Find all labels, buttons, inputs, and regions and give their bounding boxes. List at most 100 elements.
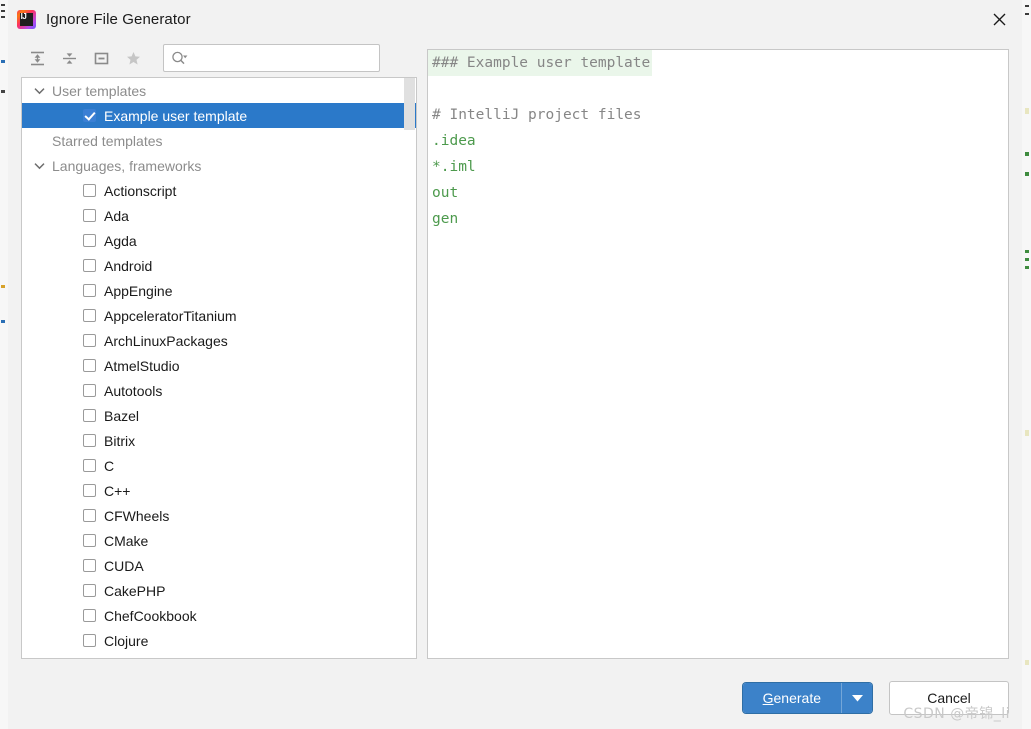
tree-item-row[interactable]: ArchLinuxPackages [22, 328, 416, 353]
preview-line: ### Example user template [428, 50, 1008, 76]
tree-vertical-scrollbar[interactable] [403, 78, 416, 658]
generate-button[interactable]: Generate [742, 683, 841, 713]
tree-item-row[interactable]: Android [22, 253, 416, 278]
tree-group-row[interactable]: Languages, frameworks [22, 153, 416, 178]
checkbox-unchecked[interactable] [83, 609, 96, 622]
chevron-down-icon[interactable] [33, 159, 46, 172]
cancel-button-label: Cancel [927, 690, 971, 706]
tree-group-label: User templates [52, 82, 147, 99]
tree-group-row[interactable]: User templates [22, 78, 416, 103]
generate-button-label: enerate [773, 690, 821, 706]
unselect-all-button[interactable] [85, 42, 117, 74]
tree-item-row[interactable]: Ada [22, 203, 416, 228]
preview-line [428, 76, 1008, 102]
checkbox-unchecked[interactable] [83, 184, 96, 197]
cancel-button[interactable]: Cancel [889, 681, 1009, 715]
generate-dropdown-button[interactable] [841, 683, 872, 713]
tree-item-row[interactable]: Example user template [22, 103, 416, 128]
tree-item-label: CakePHP [104, 582, 166, 599]
checkbox-unchecked[interactable] [83, 384, 96, 397]
preview-line-text: .idea [432, 133, 476, 149]
tree-scrollbar-thumb[interactable] [404, 78, 415, 130]
collapse-all-icon [62, 52, 76, 64]
minus-box-icon [94, 52, 108, 64]
tree-item-label: Android [104, 257, 153, 274]
tree-item-label: C [104, 457, 115, 474]
checkbox-unchecked[interactable] [83, 509, 96, 522]
tree-group-label: Starred templates [52, 132, 163, 149]
templates-tree[interactable]: User templates Example user template Starr… [22, 78, 416, 658]
starred-filter-button[interactable] [117, 42, 149, 74]
tree-item-row[interactable]: ChefCookbook [22, 603, 416, 628]
preview-line-text: # IntelliJ project files [432, 107, 642, 123]
tree-item-row[interactable]: CUDA [22, 553, 416, 578]
preview-line-text: out [432, 185, 459, 201]
checkbox-unchecked[interactable] [83, 284, 96, 297]
tree-group-label: Languages, frameworks [52, 157, 202, 174]
close-button[interactable] [976, 0, 1022, 39]
tree-item-row[interactable]: Autotools [22, 378, 416, 403]
tree-item-row[interactable]: Bazel [22, 403, 416, 428]
generate-split-button[interactable]: Generate [742, 683, 872, 713]
tree-item-label: Autotools [104, 382, 163, 399]
expand-all-button[interactable] [21, 42, 53, 74]
checkbox-unchecked[interactable] [83, 559, 96, 572]
checkbox-unchecked[interactable] [83, 584, 96, 597]
checkbox-unchecked[interactable] [83, 234, 96, 247]
tree-item-row[interactable]: Bitrix [22, 428, 416, 453]
template-preview-editor[interactable]: ### Example user template # IntelliJ proj… [427, 49, 1009, 659]
tree-item-label: Ada [104, 207, 129, 224]
preview-line: .idea [428, 128, 1008, 154]
checkbox-unchecked[interactable] [83, 434, 96, 447]
collapse-all-button[interactable] [53, 42, 85, 74]
checkbox-unchecked[interactable] [83, 209, 96, 222]
tree-item-label: ArchLinuxPackages [104, 332, 228, 349]
intellij-idea-logo-icon: IJ [17, 10, 36, 29]
preview-line-text [428, 81, 432, 97]
tree-item-row[interactable]: C++ [22, 478, 416, 503]
tree-group-row[interactable]: Starred templates [22, 128, 416, 153]
tree-item-row[interactable]: AtmelStudio [22, 353, 416, 378]
tree-item-row[interactable]: CakePHP [22, 578, 416, 603]
tree-item-row[interactable]: Clojure [22, 628, 416, 653]
expand-all-icon [30, 51, 44, 65]
tree-item-label: CFWheels [104, 507, 170, 524]
tree-item-row[interactable]: AppceleratorTitanium [22, 303, 416, 328]
dialog-body: User templates Example user template Starr… [8, 39, 1022, 675]
preview-pane: ### Example user template # IntelliJ proj… [427, 39, 1009, 675]
tree-item-row[interactable]: AppEngine [22, 278, 416, 303]
checkbox-unchecked[interactable] [83, 459, 96, 472]
tree-toolbar [21, 39, 417, 77]
checkbox-unchecked[interactable] [83, 409, 96, 422]
tree-item-row[interactable]: CMake [22, 528, 416, 553]
tree-item-label: AtmelStudio [104, 357, 180, 374]
preview-line-text: gen [432, 211, 459, 227]
window-title: Ignore File Generator [46, 11, 191, 28]
preview-line: *.iml [428, 154, 1008, 180]
tree-item-row[interactable]: C [22, 453, 416, 478]
tree-item-label: Bitrix [104, 432, 136, 449]
tree-item-label: Agda [104, 232, 137, 249]
ignore-file-generator-dialog: IJ Ignore File Generator User templates … [8, 0, 1022, 729]
tree-item-label: CUDA [104, 557, 144, 574]
checkbox-unchecked[interactable] [83, 309, 96, 322]
checkbox-unchecked[interactable] [83, 359, 96, 372]
checkbox-unchecked[interactable] [83, 634, 96, 647]
checkbox-unchecked[interactable] [83, 484, 96, 497]
tree-item-row[interactable]: Actionscript [22, 178, 416, 203]
chevron-down-icon[interactable] [33, 84, 46, 97]
search-box[interactable] [163, 44, 380, 72]
search-input[interactable] [188, 45, 379, 71]
preview-line: out [428, 180, 1008, 206]
tree-item-label: ChefCookbook [104, 607, 197, 624]
checkbox-checked[interactable] [83, 109, 96, 122]
checkbox-unchecked[interactable] [83, 534, 96, 547]
tree-item-row[interactable]: CFWheels [22, 503, 416, 528]
background-window-right-sliver [1021, 0, 1031, 729]
generate-button-mnemonic: G [762, 690, 774, 706]
tree-item-row[interactable]: Agda [22, 228, 416, 253]
checkbox-unchecked[interactable] [83, 334, 96, 347]
checkbox-unchecked[interactable] [83, 259, 96, 272]
dialog-footer: Generate Cancel CSDN @帝锦_li [8, 675, 1022, 729]
title-bar: IJ Ignore File Generator [8, 0, 1022, 39]
